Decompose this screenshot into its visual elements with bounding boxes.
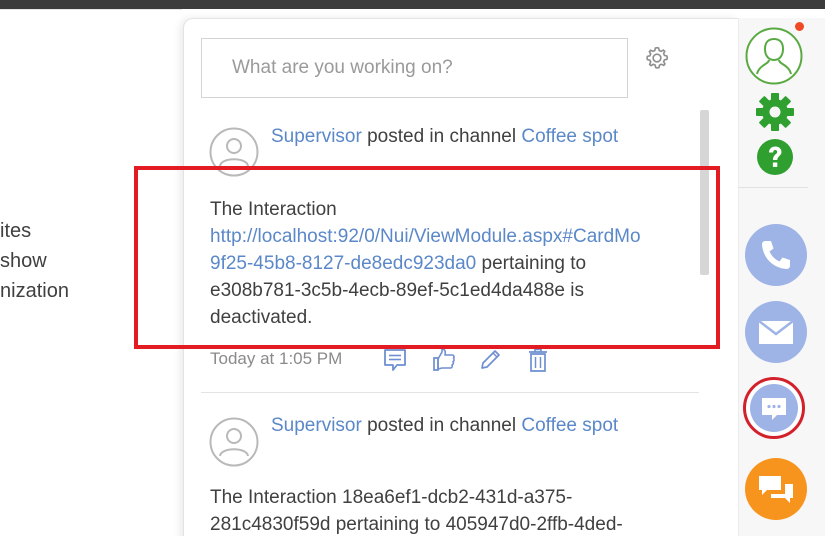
post-divider: [201, 392, 699, 393]
feed-chat-icon: [759, 476, 793, 503]
comment-icon[interactable]: [383, 347, 407, 373]
edit-icon[interactable]: [478, 347, 502, 373]
post-timestamp: Today at 1:05 PM: [210, 349, 343, 368]
post-header: Supervisor posted in channel Coffee spot: [271, 414, 618, 438]
top-bar: [0, 0, 825, 9]
post-verb: posted in channel: [367, 126, 517, 147]
delete-icon[interactable]: [526, 347, 550, 373]
notification-dot: [795, 22, 804, 31]
post-body: The Interaction 18ea6ef1-dcb2-431d-a375-…: [210, 484, 623, 536]
author-link[interactable]: Supervisor: [271, 415, 362, 436]
post-body-line: The Interaction 18ea6ef1-dcb2-431d-a375-: [210, 487, 573, 508]
like-icon[interactable]: [432, 347, 456, 373]
channel-link[interactable]: Coffee spot: [521, 415, 618, 436]
chat-icon: [762, 398, 786, 420]
phone-icon: [762, 241, 790, 269]
background-line: show: [0, 250, 47, 272]
help-icon[interactable]: [757, 139, 793, 175]
background-divider: [0, 9, 182, 18]
user-avatar-icon[interactable]: [745, 27, 803, 85]
chat-button[interactable]: [743, 377, 805, 439]
composer-input[interactable]: [201, 38, 628, 98]
phone-button[interactable]: [745, 224, 807, 286]
settings-gear-icon[interactable]: [755, 92, 795, 132]
gear-outline-icon[interactable]: [643, 44, 671, 72]
mail-button[interactable]: [745, 301, 807, 363]
channel-link[interactable]: Coffee spot: [521, 126, 618, 147]
background-line: ites: [0, 220, 32, 242]
author-link[interactable]: Supervisor: [271, 126, 362, 147]
mail-icon: [758, 320, 794, 344]
post-header: Supervisor posted in channel Coffee spot: [271, 125, 618, 149]
toolbar-divider: [738, 187, 808, 188]
feed-chat-button[interactable]: [745, 458, 807, 520]
author-avatar-icon[interactable]: [209, 417, 259, 467]
post-verb: posted in channel: [367, 415, 517, 436]
background-text: ites show nization: [0, 216, 69, 306]
highlight-box: [134, 166, 720, 349]
post-body-line: 281c4830f59d pertaining to 405947d0-2ffb…: [210, 514, 623, 535]
background-line: nization: [0, 280, 69, 302]
